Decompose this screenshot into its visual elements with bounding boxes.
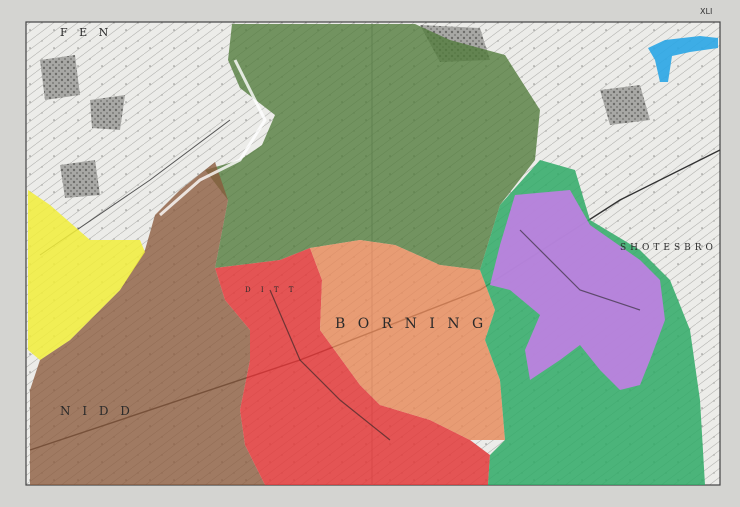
map-view[interactable]: F E N B O R N I N G SHOTESBRO N I D D D … [0, 0, 740, 507]
map-label-east-town: SHOTESBRO [620, 243, 717, 253]
woodland-patch [90, 95, 125, 130]
map-sheet-id: XLI [700, 7, 712, 16]
woodland-patch [60, 160, 100, 198]
map-label-west: F E N [60, 26, 112, 39]
map-label-northwest-parish: D I T T [245, 286, 297, 294]
map-canvas[interactable]: F E N B O R N I N G SHOTESBRO N I D D D … [0, 0, 740, 507]
woodland-patch [40, 55, 80, 100]
map-label-centre-town: B O R N I N G [335, 316, 487, 332]
map-label-south: N I D D [60, 404, 134, 418]
